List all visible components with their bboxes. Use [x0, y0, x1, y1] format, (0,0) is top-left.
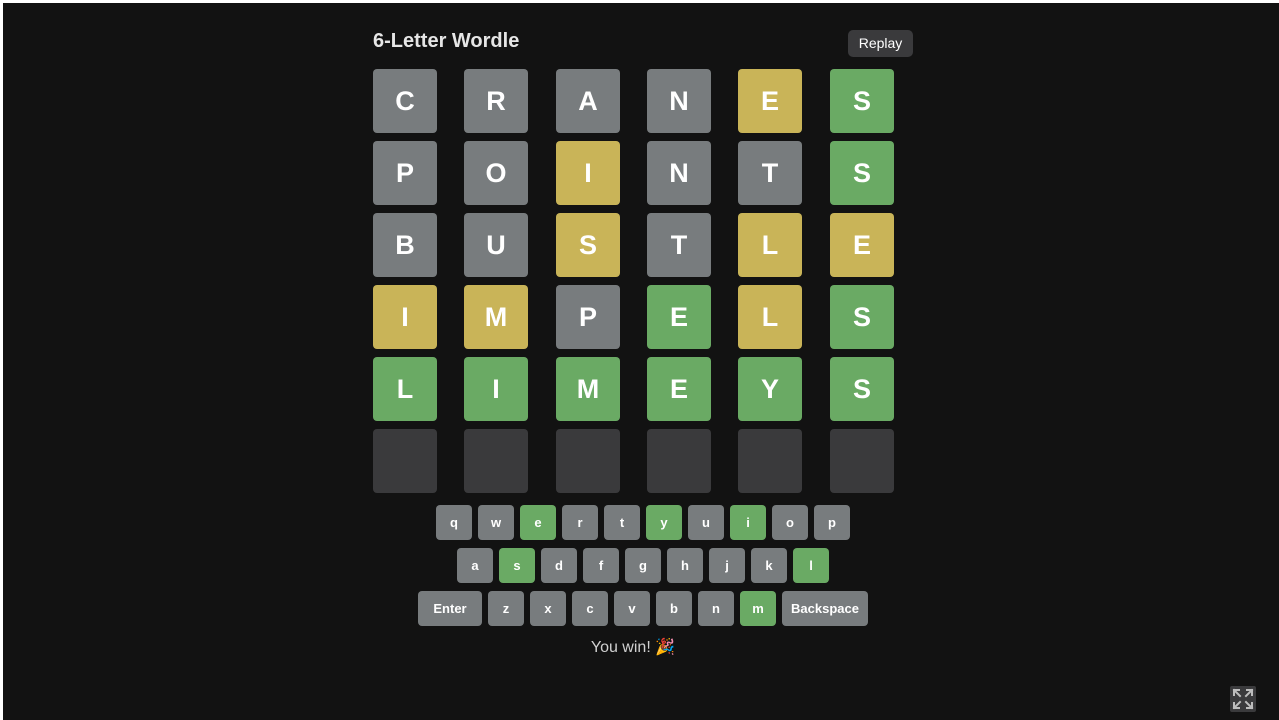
key-x[interactable]: x: [530, 591, 566, 626]
board-row: [373, 429, 898, 493]
board-tile: R: [464, 69, 528, 133]
board-tile: I: [373, 285, 437, 349]
key-g[interactable]: g: [625, 548, 661, 583]
key-o[interactable]: o: [772, 505, 808, 540]
board-tile: S: [830, 69, 894, 133]
backspace-key[interactable]: Backspace: [782, 591, 868, 626]
board-tile: O: [464, 141, 528, 205]
key-f[interactable]: f: [583, 548, 619, 583]
board-tile: [556, 429, 620, 493]
board-tile: S: [556, 213, 620, 277]
board-row: BUSTLE: [373, 213, 898, 277]
key-t[interactable]: t: [604, 505, 640, 540]
board-tile: N: [647, 141, 711, 205]
board-tile: S: [830, 357, 894, 421]
board-tile: M: [556, 357, 620, 421]
key-i[interactable]: i: [730, 505, 766, 540]
board-tile: C: [373, 69, 437, 133]
board-tile: M: [464, 285, 528, 349]
key-u[interactable]: u: [688, 505, 724, 540]
key-z[interactable]: z: [488, 591, 524, 626]
key-l[interactable]: l: [793, 548, 829, 583]
key-n[interactable]: n: [698, 591, 734, 626]
board-tile: L: [738, 285, 802, 349]
board-tile: S: [830, 285, 894, 349]
fullscreen-button[interactable]: [1230, 686, 1256, 712]
board-row: POINTS: [373, 141, 898, 205]
key-d[interactable]: d: [541, 548, 577, 583]
board-tile: B: [373, 213, 437, 277]
key-h[interactable]: h: [667, 548, 703, 583]
key-v[interactable]: v: [614, 591, 650, 626]
enter-key[interactable]: Enter: [418, 591, 482, 626]
board-row: IMPELS: [373, 285, 898, 349]
key-r[interactable]: r: [562, 505, 598, 540]
fullscreen-icon: [1232, 688, 1254, 710]
key-k[interactable]: k: [751, 548, 787, 583]
key-b[interactable]: b: [656, 591, 692, 626]
key-w[interactable]: w: [478, 505, 514, 540]
key-m[interactable]: m: [740, 591, 776, 626]
key-y[interactable]: y: [646, 505, 682, 540]
replay-button[interactable]: Replay: [848, 30, 913, 57]
board-tile: I: [464, 357, 528, 421]
key-s[interactable]: s: [499, 548, 535, 583]
board-tile: P: [373, 141, 437, 205]
board-tile: E: [738, 69, 802, 133]
game-stage: 6-Letter Wordle Replay CRANESPOINTSBUSTL…: [3, 3, 1279, 720]
key-e[interactable]: e: [520, 505, 556, 540]
board-tile: [373, 429, 437, 493]
board-tile: T: [647, 213, 711, 277]
key-c[interactable]: c: [572, 591, 608, 626]
board-tile: [464, 429, 528, 493]
board-tile: L: [738, 213, 802, 277]
board-tile: [647, 429, 711, 493]
board-tile: P: [556, 285, 620, 349]
board-tile: N: [647, 69, 711, 133]
key-q[interactable]: q: [436, 505, 472, 540]
status-message: You win! 🎉: [590, 639, 676, 656]
board-tile: S: [830, 141, 894, 205]
board-tile: [830, 429, 894, 493]
board-tile: [738, 429, 802, 493]
board-tile: I: [556, 141, 620, 205]
key-p[interactable]: p: [814, 505, 850, 540]
board-tile: E: [830, 213, 894, 277]
board-row: CRANES: [373, 69, 898, 133]
board-tile: L: [373, 357, 437, 421]
board-tile: U: [464, 213, 528, 277]
key-a[interactable]: a: [457, 548, 493, 583]
board-tile: T: [738, 141, 802, 205]
board-tile: E: [647, 357, 711, 421]
key-j[interactable]: j: [709, 548, 745, 583]
board-tile: E: [647, 285, 711, 349]
board-tile: Y: [738, 357, 802, 421]
board-tile: A: [556, 69, 620, 133]
board-row: LIMEYS: [373, 357, 898, 421]
game-title: 6-Letter Wordle: [373, 30, 520, 52]
